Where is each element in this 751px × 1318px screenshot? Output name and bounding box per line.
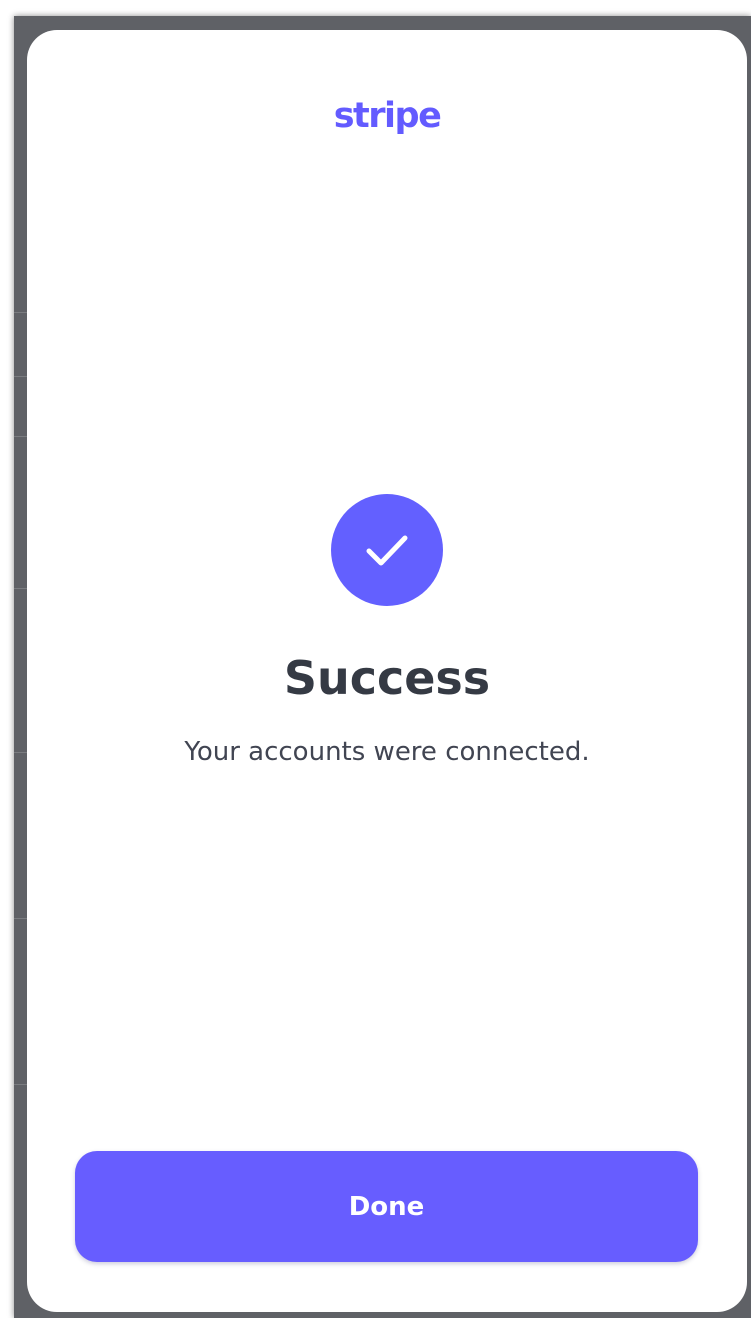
checkmark-icon: [366, 535, 408, 566]
done-button[interactable]: Done: [75, 1151, 698, 1262]
success-title: Success: [283, 651, 491, 705]
stripe-logo: stripe: [333, 96, 442, 136]
success-badge: [331, 494, 443, 606]
success-message: Your accounts were connected.: [184, 737, 590, 767]
success-modal: stripe Success Your accounts were connec…: [27, 30, 747, 1312]
